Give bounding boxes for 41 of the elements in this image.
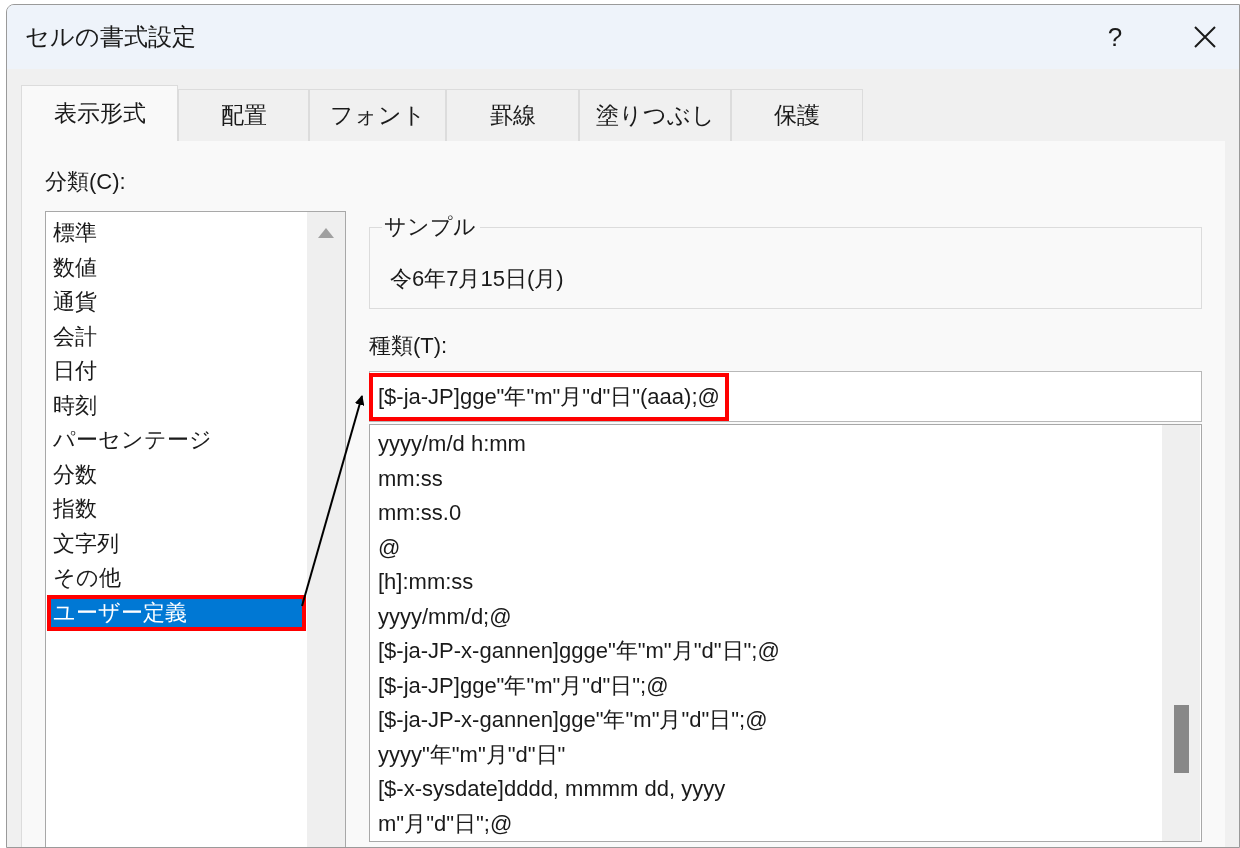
tab[interactable]: 表示形式 <box>21 85 178 141</box>
category-item[interactable]: 分数 <box>48 457 305 492</box>
category-item[interactable]: 文字列 <box>48 526 305 561</box>
category-item[interactable]: ユーザー定義 <box>48 595 305 630</box>
category-item[interactable]: 標準 <box>48 216 305 251</box>
format-item[interactable]: mm:ss.0 <box>370 496 1162 531</box>
category-item[interactable]: 数値 <box>48 250 305 285</box>
format-item[interactable]: [$-x-sysdate]dddd, mmmm dd, yyyy <box>370 772 1162 807</box>
scrollbar[interactable] <box>1162 425 1200 841</box>
close-icon <box>1193 25 1217 49</box>
format-item[interactable]: yyyy/mm/d;@ <box>370 599 1162 634</box>
format-item[interactable]: mm:ss <box>370 461 1162 496</box>
category-label: 分類(C): <box>45 168 127 196</box>
scrollbar[interactable] <box>307 212 345 847</box>
category-item[interactable]: 指数 <box>48 492 305 527</box>
format-item[interactable]: @ <box>370 530 1162 565</box>
sample-value: 令6年7月15日(月) <box>390 265 564 293</box>
format-item[interactable]: [h]:mm:ss <box>370 565 1162 600</box>
category-item[interactable]: 時刻 <box>48 388 305 423</box>
format-item[interactable]: m"月"d"日";@ <box>370 806 1162 841</box>
tab[interactable]: フォント <box>309 89 446 141</box>
window-title: セルの書式設定 <box>25 22 197 52</box>
category-item[interactable]: その他 <box>48 561 305 596</box>
tab[interactable]: 塗りつぶし <box>579 89 731 141</box>
tab[interactable]: 配置 <box>178 89 309 141</box>
format-item[interactable]: [$-ja-JP]gge"年"m"月"d"日";@ <box>370 668 1162 703</box>
format-item[interactable]: yyyy"年"m"月"d"日" <box>370 737 1162 772</box>
scroll-thumb[interactable] <box>1174 705 1189 773</box>
format-item[interactable]: yyyy/m/d h:mm <box>370 427 1162 462</box>
format-item[interactable]: [$-ja-JP-x-gannen]gge"年"m"月"d"日";@ <box>370 703 1162 738</box>
category-item[interactable]: 通貨 <box>48 285 305 320</box>
category-item[interactable]: パーセンテージ <box>48 423 305 458</box>
help-button[interactable]: ? <box>1095 21 1135 53</box>
scroll-up-icon[interactable] <box>318 228 334 238</box>
format-item[interactable]: [$-ja-JP-x-gannen]ggge"年"m"月"d"日";@ <box>370 634 1162 669</box>
tab[interactable]: 保護 <box>731 89 863 141</box>
tab[interactable]: 罫線 <box>446 89 579 141</box>
type-label: 種類(T): <box>369 332 449 360</box>
type-input-field[interactable]: [$-ja-JP]gge"年"m"月"d"日"(aaa);@ <box>369 371 1202 422</box>
category-item[interactable]: 日付 <box>48 354 305 389</box>
category-item[interactable]: 会計 <box>48 319 305 354</box>
